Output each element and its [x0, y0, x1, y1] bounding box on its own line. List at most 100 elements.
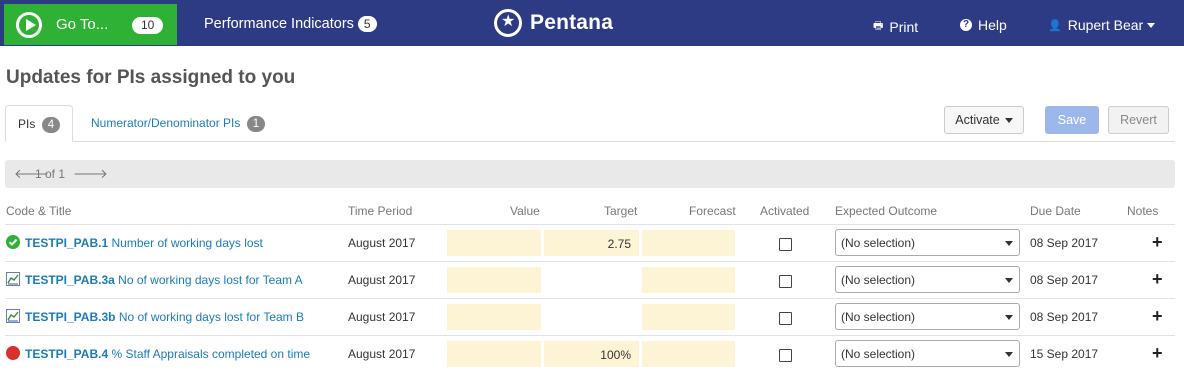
page-title: Updates for PIs assigned to you: [6, 67, 296, 88]
nav-performance-indicators[interactable]: Performance Indicators 5: [204, 16, 377, 32]
target-input[interactable]: 2.75: [544, 230, 639, 256]
activated-checkbox[interactable]: [779, 349, 792, 362]
time-period: August 2017: [348, 273, 416, 287]
pi-link: TESTPI_PAB.4 % Staff Appraisals complete…: [25, 347, 310, 361]
pi-code[interactable]: TESTPI_PAB.3b: [25, 310, 115, 324]
revert-button[interactable]: Revert: [1108, 106, 1169, 134]
value-input[interactable]: [447, 304, 541, 330]
activate-label: Activate: [955, 113, 1000, 127]
value-input[interactable]: [447, 230, 541, 256]
pager-text: 1 of 1: [35, 167, 66, 181]
pager-bar: 🡐 1 of 1 🡒: [5, 160, 1175, 188]
pi-title[interactable]: No of working days lost for Team A: [118, 273, 303, 287]
goto-count-badge: 10: [132, 17, 164, 34]
value-input[interactable]: [447, 267, 541, 293]
expected-outcome-select[interactable]: (No selection): [835, 266, 1020, 293]
nav-help-label: Help: [978, 17, 1007, 33]
user-icon: 👤: [1048, 19, 1062, 32]
chart-icon: [6, 272, 20, 286]
caret-down-icon: [1005, 315, 1013, 320]
nav-print[interactable]: 🖶 Print: [873, 17, 918, 36]
row-divider: [5, 298, 1175, 299]
question-circle-icon: ?: [960, 19, 972, 31]
row-divider: [5, 261, 1175, 262]
activated-checkbox[interactable]: [779, 238, 792, 251]
col-value: Value: [510, 204, 540, 218]
pi-code[interactable]: TESTPI_PAB.4: [25, 347, 108, 361]
nav-user-label: Rupert Bear: [1067, 17, 1144, 33]
add-note-icon[interactable]: +: [1152, 307, 1163, 325]
pi-link: TESTPI_PAB.1 Number of working days lost: [25, 236, 263, 250]
col-due-date: Due Date: [1030, 204, 1081, 218]
add-note-icon[interactable]: +: [1152, 233, 1163, 251]
tab-numden-count: 1: [246, 116, 266, 132]
col-target: Target: [604, 204, 638, 218]
nav-help[interactable]: ? Help: [960, 17, 1007, 33]
goto-button[interactable]: Go To... 10: [4, 4, 177, 45]
due-date: 08 Sep 2017: [1030, 236, 1099, 250]
nav-pi-count-badge: 5: [357, 16, 377, 32]
pi-title[interactable]: % Staff Appraisals completed on time: [111, 347, 310, 361]
nav-pi-label: Performance Indicators: [204, 16, 354, 32]
add-note-icon[interactable]: +: [1152, 344, 1163, 362]
tab-numerator-denominator[interactable]: Numerator/Denominator PIs 1: [79, 105, 277, 142]
header-divider: [5, 224, 1175, 225]
expected-outcome-select[interactable]: (No selection): [835, 303, 1020, 330]
pi-link: TESTPI_PAB.3b No of working days lost fo…: [25, 310, 304, 324]
due-date: 15 Sep 2017: [1030, 347, 1099, 361]
outcome-value: (No selection): [841, 347, 916, 361]
target-input[interactable]: 100%: [544, 341, 639, 367]
activate-dropdown-button[interactable]: Activate: [944, 106, 1024, 134]
expected-outcome-select[interactable]: (No selection): [835, 340, 1020, 367]
stop-circle-icon: [6, 346, 20, 360]
add-note-icon[interactable]: +: [1152, 270, 1163, 288]
value-input[interactable]: [447, 341, 541, 367]
brand-logo[interactable]: Pentana: [494, 9, 613, 37]
expected-outcome-select[interactable]: (No selection): [835, 229, 1020, 256]
forecast-input[interactable]: [642, 267, 735, 293]
pi-code[interactable]: TESTPI_PAB.3a: [25, 273, 115, 287]
caret-down-icon: [1005, 241, 1013, 246]
forecast-input[interactable]: [642, 341, 735, 367]
caret-down-icon: [1005, 352, 1013, 357]
outcome-value: (No selection): [841, 236, 916, 250]
play-circle-icon: [16, 11, 42, 38]
pi-title[interactable]: Number of working days lost: [111, 236, 262, 250]
col-code-title: Code & Title: [6, 204, 72, 218]
outcome-value: (No selection): [841, 310, 916, 324]
col-time-period: Time Period: [348, 204, 413, 218]
pi-link: TESTPI_PAB.3a No of working days lost fo…: [25, 273, 303, 287]
brand-name: Pentana: [530, 11, 614, 34]
activated-checkbox[interactable]: [779, 275, 792, 288]
printer-icon: 🖶: [873, 20, 884, 32]
chart-icon: [6, 309, 20, 323]
due-date: 08 Sep 2017: [1030, 273, 1099, 287]
nav-print-label: Print: [889, 18, 919, 35]
tab-pis-count: 4: [41, 117, 61, 133]
due-date: 08 Sep 2017: [1030, 310, 1099, 324]
outcome-value: (No selection): [841, 273, 916, 287]
forecast-input[interactable]: [642, 230, 735, 256]
tab-pis[interactable]: PIs 4: [5, 105, 74, 142]
time-period: August 2017: [348, 236, 416, 250]
pi-code[interactable]: TESTPI_PAB.1: [25, 236, 108, 250]
check-circle-icon: [6, 235, 20, 249]
caret-down-icon: [1005, 278, 1013, 283]
save-button[interactable]: Save: [1045, 106, 1099, 134]
col-activated: Activated: [760, 204, 810, 218]
nav-user-menu[interactable]: 👤 Rupert Bear: [1048, 17, 1156, 33]
activated-checkbox[interactable]: [779, 312, 792, 325]
col-notes: Notes: [1127, 204, 1159, 218]
col-expected-outcome: Expected Outcome: [835, 204, 938, 218]
tab-numden-label: Numerator/Denominator PIs: [91, 116, 241, 130]
arrow-right-icon[interactable]: 🡒: [73, 166, 108, 182]
row-divider: [5, 335, 1175, 336]
col-forecast: Forecast: [689, 204, 736, 218]
time-period: August 2017: [348, 347, 416, 361]
time-period: August 2017: [348, 310, 416, 324]
tab-pis-label: PIs: [18, 117, 36, 131]
pi-title[interactable]: No of working days lost for Team B: [119, 310, 304, 324]
forecast-input[interactable]: [642, 304, 735, 330]
pentana-logo-icon: [494, 9, 522, 37]
goto-label: Go To...: [56, 16, 109, 33]
